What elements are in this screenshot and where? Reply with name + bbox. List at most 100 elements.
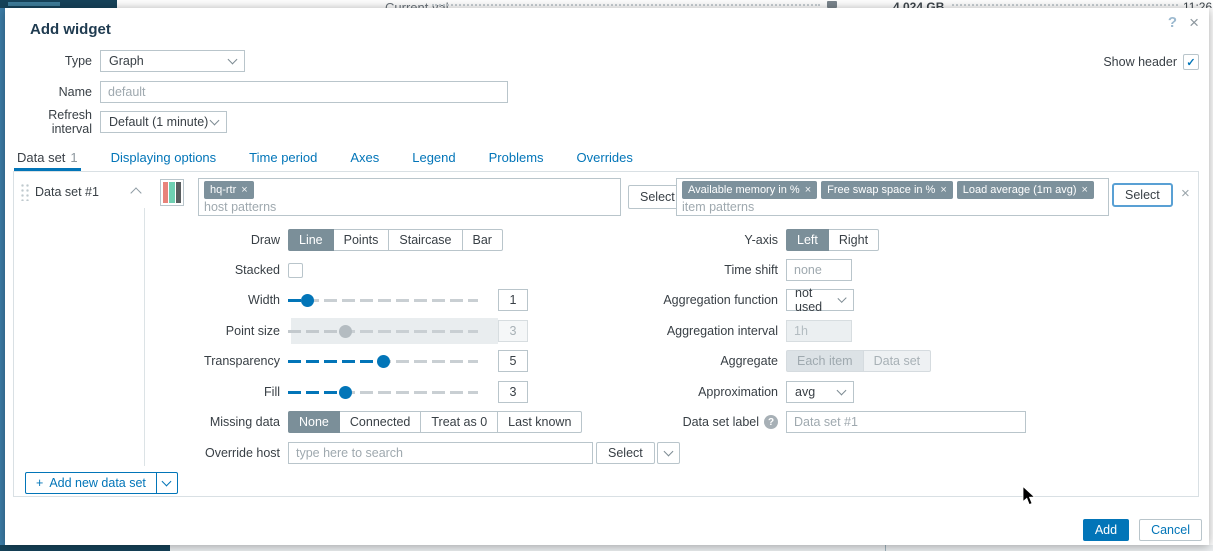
yaxis-option-left[interactable]: Left [786, 229, 829, 251]
tab-label: Displaying options [111, 150, 217, 165]
tab-label: Legend [412, 150, 455, 165]
yaxis-label: Y-axis [14, 233, 786, 247]
background-value-fragment: 4.024 GB [893, 0, 944, 8]
type-label: Type [18, 54, 100, 68]
tab-label: Problems [489, 150, 544, 165]
chevron-down-icon [837, 385, 847, 395]
override-host-select-button[interactable]: Select [596, 442, 655, 464]
data-set-panel: Data set #1 hq-rtr × host patterns Selec… [13, 171, 1199, 497]
background-dotted-leader [952, 4, 1178, 6]
type-field-row: Type Graph [18, 50, 245, 72]
close-icon[interactable]: × [1189, 13, 1199, 33]
color-palette-icon[interactable] [160, 179, 184, 206]
add-new-data-set-button[interactable]: + Add new data set [25, 472, 178, 494]
check-icon: ✓ [1186, 56, 1195, 69]
show-header-checkbox[interactable]: ✓ [1183, 54, 1199, 70]
approximation-value: avg [795, 385, 815, 399]
time-shift-label: Time shift [14, 263, 786, 277]
background-sidebar-fragment [0, 0, 117, 8]
name-label: Name [18, 85, 100, 99]
aggregation-function-label: Aggregation function [14, 293, 786, 307]
remove-dataset-icon[interactable]: × [1181, 185, 1190, 202]
palette-stripe [163, 182, 168, 203]
tab-overrides[interactable]: Overrides [574, 148, 636, 171]
host-tag-label: hq-rtr [210, 184, 236, 196]
remove-tag-icon[interactable]: × [940, 184, 946, 196]
add-button[interactable]: Add [1083, 519, 1129, 541]
aggregate-option-data-set: Data set [863, 350, 932, 372]
aggregation-interval-label: Aggregation interval [14, 324, 786, 338]
override-host-dropdown-button[interactable] [657, 442, 680, 464]
question-circle-icon[interactable]: ? [764, 415, 778, 429]
dialog-title: Add widget [30, 21, 111, 38]
name-field-row: Name [18, 81, 508, 103]
override-host-input[interactable] [288, 442, 593, 464]
page: Current val 4.024 GB 11:26 Add widget ? … [0, 0, 1213, 551]
tab-data-set[interactable]: Data set1 [14, 148, 81, 171]
tab-problems[interactable]: Problems [486, 148, 547, 171]
refresh-interval-row: Refresh interval Default (1 minute) [18, 111, 227, 133]
item-tags: Available memory in % × Free swap space … [682, 181, 1103, 199]
host-tag: hq-rtr × [204, 181, 254, 199]
item-tag: Load average (1m avg) × [957, 181, 1094, 199]
item-tag: Available memory in % × [682, 181, 817, 199]
aggregation-function-row: Aggregation function not used [14, 289, 854, 311]
override-host-label: Override host [14, 446, 288, 460]
type-select-value: Graph [109, 54, 144, 68]
refresh-interval-value: Default (1 minute) [109, 115, 208, 129]
dialog-tabs: Data set1 Displaying options Time period… [14, 148, 663, 171]
approximation-select[interactable]: avg [786, 381, 854, 403]
host-patterns-placeholder: host patterns [204, 200, 615, 214]
help-icon[interactable]: ? [1168, 14, 1177, 31]
palette-stripe [169, 182, 174, 203]
name-input[interactable] [100, 81, 508, 103]
data-set-label-input[interactable] [786, 411, 1026, 433]
printer-icon [827, 1, 837, 8]
aggregate-option-each-item: Each item [786, 350, 864, 372]
tab-label: Axes [350, 150, 379, 165]
item-patterns-multiselect[interactable]: Available memory in % × Free swap space … [676, 178, 1109, 216]
data-set-label-label: Data set label ? [14, 415, 786, 429]
refresh-interval-select[interactable]: Default (1 minute) [100, 111, 227, 133]
tab-legend[interactable]: Legend [409, 148, 458, 171]
remove-tag-icon[interactable]: × [1082, 184, 1088, 196]
aggregation-interval-input [786, 320, 852, 342]
chevron-down-icon [162, 476, 172, 486]
aggregation-function-value: not used [795, 286, 839, 314]
data-set-label-text: Data set label [683, 415, 759, 429]
add-new-data-set-dropdown[interactable] [156, 473, 177, 493]
time-shift-row: Time shift [14, 259, 852, 281]
override-host-row: Override host Select [14, 442, 680, 464]
tab-axes[interactable]: Axes [347, 148, 382, 171]
tab-time-period[interactable]: Time period [246, 148, 320, 171]
tab-count: 1 [70, 150, 77, 165]
item-tag: Free swap space in % × [821, 181, 953, 199]
host-patterns-multiselect[interactable]: hq-rtr × host patterns [198, 178, 621, 216]
refresh-interval-label: Refresh interval [18, 108, 100, 136]
host-tags: hq-rtr × [204, 181, 615, 199]
collapse-dataset-button[interactable] [132, 184, 140, 202]
remove-tag-icon[interactable]: × [805, 184, 811, 196]
aggregation-interval-row: Aggregation interval [14, 320, 852, 342]
item-select-button[interactable]: Select [1112, 183, 1173, 207]
aggregate-row: Aggregate Each item Data set [14, 350, 931, 372]
tab-displaying-options[interactable]: Displaying options [108, 148, 220, 171]
background-top-strip: Current val 4.024 GB 11:26 [0, 0, 1213, 8]
aggregation-function-select[interactable]: not used [786, 289, 854, 311]
remove-tag-icon[interactable]: × [241, 184, 247, 196]
yaxis-option-right[interactable]: Right [828, 229, 879, 251]
aggregate-label: Aggregate [14, 354, 786, 368]
item-tag-label: Free swap space in % [827, 184, 935, 196]
time-shift-input[interactable] [786, 259, 852, 281]
dialog-footer: Add Cancel [1083, 519, 1202, 541]
drag-handle-icon[interactable] [20, 183, 29, 201]
tab-label: Overrides [577, 150, 633, 165]
cancel-button[interactable]: Cancel [1139, 519, 1202, 541]
show-header-field: Show header ✓ [1103, 54, 1199, 70]
plus-icon: + [36, 476, 43, 490]
yaxis-segmented-control: Left Right [786, 229, 879, 251]
background-divider [885, 545, 886, 551]
type-select[interactable]: Graph [100, 50, 245, 72]
tab-label: Time period [249, 150, 317, 165]
chevron-down-icon [210, 115, 220, 125]
